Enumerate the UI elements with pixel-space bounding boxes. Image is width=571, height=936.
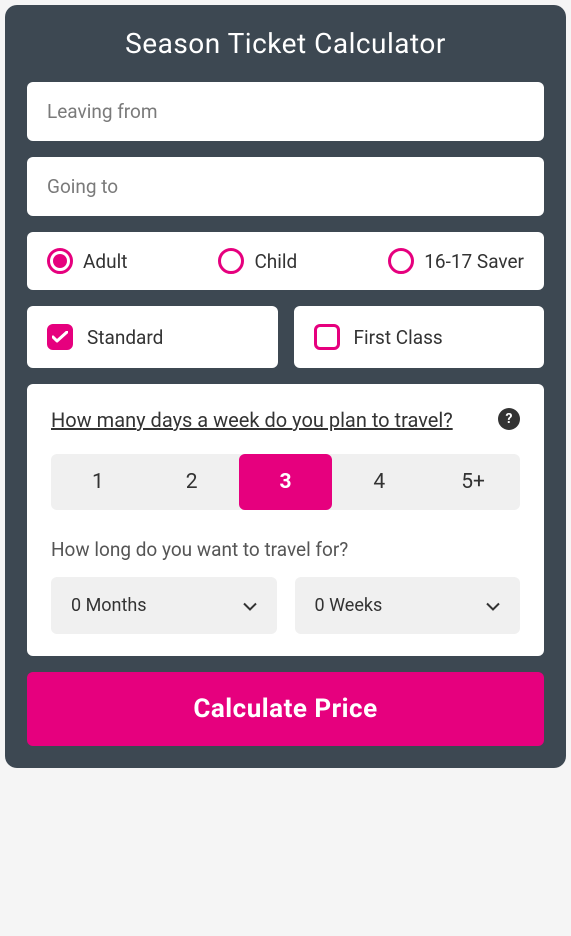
- radio-label: Adult: [83, 250, 127, 273]
- question-row: How many days a week do you plan to trav…: [51, 406, 520, 434]
- months-select[interactable]: 0 Months: [51, 577, 277, 634]
- radio-saver[interactable]: 16-17 Saver: [388, 248, 524, 274]
- radio-icon: [218, 248, 244, 274]
- checkbox-icon: [314, 324, 340, 350]
- travel-frequency-section: How many days a week do you plan to trav…: [27, 384, 544, 656]
- radio-child[interactable]: Child: [218, 248, 297, 274]
- checkbox-icon: [47, 324, 73, 350]
- class-options-row: Standard First Class: [27, 306, 544, 368]
- leaving-from-input[interactable]: [27, 82, 544, 141]
- day-btn-4[interactable]: 4: [332, 454, 426, 510]
- radio-icon: [388, 248, 414, 274]
- passenger-type-group: Adult Child 16-17 Saver: [27, 232, 544, 290]
- going-to-input[interactable]: [27, 157, 544, 216]
- page-title: Season Ticket Calculator: [27, 27, 544, 60]
- day-btn-2[interactable]: 2: [145, 454, 239, 510]
- day-buttons-group: 1 2 3 4 5+: [51, 454, 520, 510]
- radio-label: 16-17 Saver: [424, 250, 524, 273]
- checkbox-first-class[interactable]: First Class: [294, 306, 545, 368]
- duration-row: 0 Months 0 Weeks: [51, 577, 520, 634]
- radio-adult[interactable]: Adult: [47, 248, 127, 274]
- weeks-select[interactable]: 0 Weeks: [295, 577, 521, 634]
- day-btn-1[interactable]: 1: [51, 454, 145, 510]
- radio-label: Child: [254, 250, 297, 273]
- checkbox-label: Standard: [87, 326, 163, 349]
- checkbox-label: First Class: [354, 326, 443, 349]
- weeks-select-wrap: 0 Weeks: [295, 577, 521, 634]
- calculate-price-button[interactable]: Calculate Price: [27, 672, 544, 746]
- days-question-label[interactable]: How many days a week do you plan to trav…: [51, 406, 486, 434]
- checkbox-standard[interactable]: Standard: [27, 306, 278, 368]
- help-icon[interactable]: ?: [498, 408, 520, 430]
- day-btn-5plus[interactable]: 5+: [426, 454, 520, 510]
- months-select-wrap: 0 Months: [51, 577, 277, 634]
- season-ticket-calculator: Season Ticket Calculator Adult Child 16-…: [5, 5, 566, 768]
- radio-icon: [47, 248, 73, 274]
- duration-label: How long do you want to travel for?: [51, 538, 520, 561]
- day-btn-3[interactable]: 3: [239, 454, 333, 510]
